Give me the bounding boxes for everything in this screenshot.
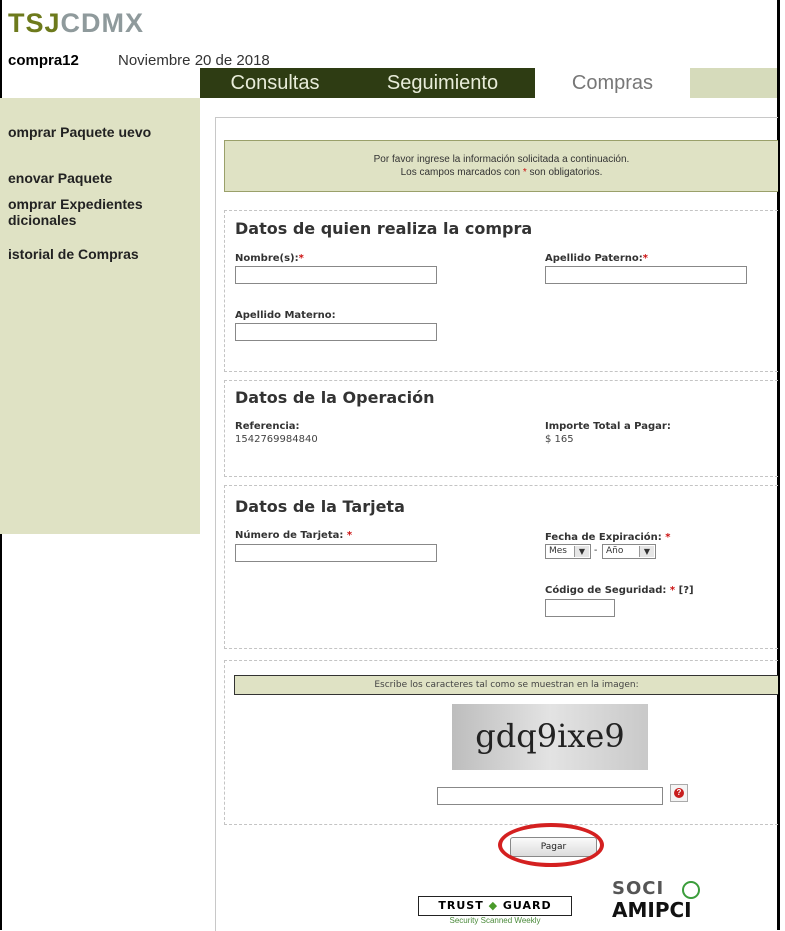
apellido-materno-input[interactable] <box>235 323 437 341</box>
codigo-seguridad-input[interactable] <box>545 599 615 617</box>
security-code-help-link[interactable]: [?] <box>679 585 694 596</box>
expiracion-label-text: Fecha de Expiración: <box>545 532 662 543</box>
codigo-seguridad-label: Código de Seguridad: * [?] <box>545 585 694 596</box>
logo-text-tsj: TSJ <box>8 8 61 38</box>
importe-label: Importe Total a Pagar: <box>545 421 671 432</box>
captcha-instruction: Escribe los caracteres tal como se muest… <box>234 675 778 695</box>
main-tab-bar: Consultas Seguimiento Compras <box>200 68 777 98</box>
captcha-image: gdq9ixe9 <box>452 704 648 770</box>
mes-select[interactable]: Mes ▼ <box>545 544 591 559</box>
required-asterisk: * <box>669 585 676 596</box>
socio-ring-icon <box>682 881 700 899</box>
captcha-help-button[interactable]: ? <box>670 784 688 802</box>
notice-text-end: son obligatorios. <box>526 167 603 178</box>
highlight-ring <box>498 823 604 867</box>
apellido-materno-label: Apellido Materno: <box>235 310 336 321</box>
required-asterisk: * <box>642 253 648 264</box>
tab-seguimiento[interactable]: Seguimiento <box>350 68 535 98</box>
sidebar: omprar Paquete uevo enovar Paquete ompra… <box>0 98 200 534</box>
logo-text-cdmx: CDMX <box>60 8 145 38</box>
importe-value: $ 165 <box>545 434 574 445</box>
apellido-paterno-label: Apellido Paterno:* <box>545 253 648 264</box>
numero-tarjeta-label: Número de Tarjeta: * <box>235 530 352 541</box>
sidebar-item-comprar-paquete[interactable]: omprar Paquete uevo <box>8 124 198 140</box>
nombre-label-text: Nombre(s): <box>235 253 299 264</box>
trustguard-subtitle: Security Scanned Weekly <box>449 916 541 925</box>
numero-label-text: Número de Tarjeta: <box>235 530 344 541</box>
operation-section-title: Datos de la Operación <box>235 388 435 407</box>
chevron-down-icon: ▼ <box>574 546 589 557</box>
anio-select[interactable]: Año ▼ <box>602 544 656 559</box>
tab-compras[interactable]: Compras <box>535 68 690 98</box>
trustguard-logo: TRUST ◆ GUARD <box>418 896 572 916</box>
notice-line-2: Los campos marcados con * son obligatori… <box>225 166 778 179</box>
mes-select-value: Mes <box>549 546 567 556</box>
notice-text: Los campos marcados con <box>400 167 523 178</box>
fecha-expiracion-label: Fecha de Expiración: * <box>545 532 671 543</box>
date-label: Noviembre 20 de 2018 <box>118 52 270 69</box>
card-section-title: Datos de la Tarjeta <box>235 497 405 516</box>
nombre-label: Nombre(s):* <box>235 253 304 264</box>
buyer-section-title: Datos de quien realiza la compra <box>235 219 533 238</box>
tab-consultas[interactable]: Consultas <box>200 68 350 98</box>
referencia-label: Referencia: <box>235 421 300 432</box>
notice-line-1: Por favor ingrese la información solicit… <box>373 154 630 165</box>
site-logo[interactable]: TSJCDMX <box>8 8 144 39</box>
nombre-input[interactable] <box>235 266 437 284</box>
card-section: Datos de la Tarjeta Número de Tarjeta: *… <box>224 485 778 649</box>
required-asterisk: * <box>346 530 353 541</box>
amipci-logo[interactable]: AMIPCI <box>612 898 692 922</box>
numero-tarjeta-input[interactable] <box>235 544 437 562</box>
sidebar-item-historial[interactable]: istorial de Compras <box>8 246 198 262</box>
shield-icon: ◆ <box>483 899 503 912</box>
socio-label: SOCI <box>612 878 665 899</box>
required-fields-notice: Por favor ingrese la información solicit… <box>224 140 778 192</box>
captcha-input[interactable] <box>437 787 663 805</box>
username-label: compra12 <box>8 52 79 69</box>
trustguard-left-text: TRUST <box>438 899 484 912</box>
help-icon: ? <box>674 788 684 798</box>
anio-select-value: Año <box>606 546 624 556</box>
trustguard-right-text: GUARD <box>502 899 552 912</box>
required-asterisk: * <box>665 532 671 543</box>
paterno-label-text: Apellido Paterno: <box>545 253 643 264</box>
required-asterisk: * <box>298 253 304 264</box>
referencia-value: 1542769984840 <box>235 434 318 445</box>
sidebar-item-comprar-expedientes[interactable]: omprar Expedientes dicionales <box>8 196 198 228</box>
codigo-label-text: Código de Seguridad: <box>545 585 667 596</box>
captcha-image-text: gdq9ixe9 <box>475 717 625 755</box>
sidebar-item-renovar-paquete[interactable]: enovar Paquete <box>8 170 198 186</box>
buyer-section: Datos de quien realiza la compra Nombre(… <box>224 210 778 372</box>
trustguard-badge[interactable]: TRUST ◆ GUARD Security Scanned Weekly <box>418 896 572 930</box>
apellido-paterno-input[interactable] <box>545 266 747 284</box>
date-separator: - <box>594 545 598 556</box>
operation-section: Datos de la Operación Referencia: 154276… <box>224 380 778 477</box>
chevron-down-icon: ▼ <box>639 546 654 557</box>
